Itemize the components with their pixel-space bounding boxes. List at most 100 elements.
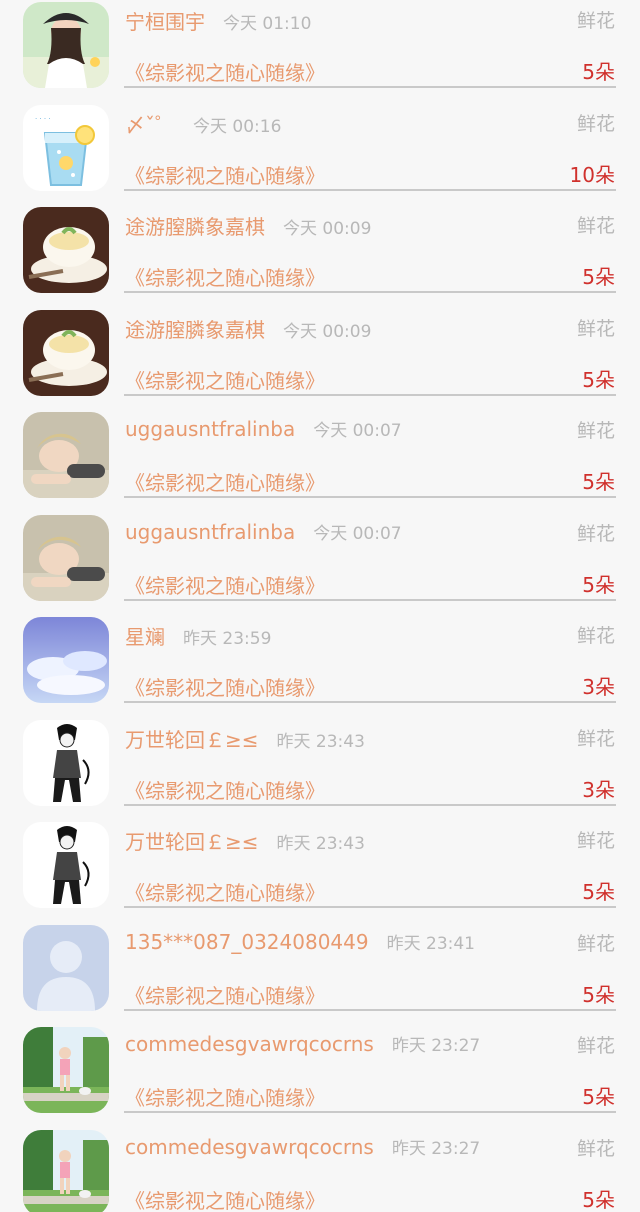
user-name: 宁桓围宇 今天 01:10 [125, 6, 311, 35]
user-name: 135***087_0324080449 昨天 23:41 [125, 929, 475, 954]
gift-count: 5朵 [582, 60, 615, 84]
sky-avatar[interactable] [23, 617, 109, 703]
time-label: 昨天 23:43 [276, 834, 365, 854]
user-name-text: 〆ˇ゜ [125, 112, 175, 137]
book-title[interactable]: 《综影视之随心随缘》 [125, 365, 325, 394]
user-name: commedesgvawrqcocrns 昨天 23:27 [125, 1134, 480, 1159]
gift-count: 5朵 [582, 982, 615, 1007]
book-title[interactable]: 《综影视之随心随缘》 [125, 262, 325, 291]
divider [124, 393, 616, 396]
list-item[interactable]: 万世轮回￡≥≤ 昨天 23:43 鲜花 《综影视之随心随缘》 5朵 [0, 820, 640, 923]
divider [124, 291, 616, 293]
list-item[interactable]: 宁桓围宇 今天 01:10 鲜花 《综影视之随心随缘》 5朵 [0, 0, 640, 103]
divider [124, 86, 616, 88]
time-label: 昨天 23:27 [391, 1036, 481, 1056]
list-item[interactable]: 途游膣膦象嘉棋 今天 00:09 鲜花 《综影视之随心随缘》 5朵 [0, 205, 640, 308]
list-item[interactable]: · · · · 〆ˇ゜ 今天 00:16 鲜花 《综影视之随心随缘》 10朵 [0, 103, 640, 206]
user-name-text: 星斓 [125, 625, 165, 649]
gift-count: 5朵 [582, 265, 615, 289]
girl-hat-avatar[interactable] [23, 2, 109, 88]
lemon-drink-avatar[interactable]: · · · · [23, 104, 109, 191]
user-name: 途游膣膦象嘉棋 今天 00:09 [125, 314, 371, 343]
book-title[interactable]: 《综影视之随心随缘》 [125, 1082, 325, 1111]
lying-person-avatar[interactable] [23, 412, 109, 498]
park-girl-avatar[interactable] [23, 1027, 109, 1113]
divider [124, 701, 616, 703]
list-item[interactable]: 135***087_0324080449 昨天 23:41 鲜花 《综影视之随心随… [0, 923, 640, 1026]
book-title[interactable]: 《综影视之随心随缘》 [125, 775, 325, 804]
book-title[interactable]: 《综影视之随心随缘》 [125, 877, 325, 906]
list-item[interactable]: commedesgvawrqcocrns 昨天 23:27 鲜花 《综影视之随心随… [0, 1025, 640, 1128]
gift-type: 鲜花 [576, 727, 615, 750]
book-title[interactable]: 《综影视之随心随缘》 [125, 980, 325, 1009]
book-title[interactable]: 《综影视之随心随缘》 [125, 570, 325, 599]
list-item[interactable]: 途游膣膦象嘉棋 今天 00:09 鲜花 《综影视之随心随缘》 5朵 [0, 308, 640, 411]
book-title[interactable]: 《综影视之随心随缘》 [125, 57, 325, 86]
user-name: 途游膣膦象嘉棋 今天 00:09 [125, 211, 371, 240]
gift-type: 鲜花 [576, 1137, 615, 1160]
gift-type: 鲜花 [576, 625, 615, 647]
user-name: 万世轮回￡≥≤ 昨天 23:43 [125, 724, 365, 753]
user-name: 〆ˇ゜ 今天 00:16 [125, 109, 281, 138]
divider [124, 906, 616, 908]
user-name-text: commedesgvawrqcocrns [125, 1032, 374, 1056]
user-name-text: 宁桓围宇 [125, 10, 205, 34]
book-title[interactable]: 《综影视之随心随缘》 [125, 672, 325, 701]
sketch-figure-avatar[interactable] [23, 822, 109, 908]
gift-count: 5朵 [582, 572, 615, 597]
gift-type: 鲜花 [576, 522, 615, 545]
park-girl-avatar[interactable] [23, 1129, 109, 1212]
list-item[interactable]: 星斓 昨天 23:59 鲜花 《综影视之随心随缘》 3朵 [0, 615, 640, 718]
gift-type: 鲜花 [576, 830, 615, 852]
divider [124, 496, 616, 498]
time-label: 昨天 23:59 [183, 629, 272, 649]
time-label: 昨天 23:43 [276, 731, 365, 752]
gift-type: 鲜花 [576, 317, 615, 340]
user-name-text: 途游膣膦象嘉棋 [125, 317, 265, 342]
user-name-text: uggausntfralinba [125, 519, 296, 544]
pudding-avatar[interactable] [23, 207, 109, 293]
book-title[interactable]: 《综影视之随心随缘》 [125, 1185, 325, 1212]
user-name: 万世轮回￡≥≤ 昨天 23:43 [125, 826, 365, 855]
list-item[interactable]: 万世轮回￡≥≤ 昨天 23:43 鲜花 《综影视之随心随缘》 3朵 [0, 718, 640, 821]
default-user-avatar[interactable] [23, 924, 109, 1011]
pudding-avatar[interactable] [23, 309, 109, 396]
time-label: 昨天 23:27 [391, 1138, 481, 1159]
gift-record-list: 宁桓围宇 今天 01:10 鲜花 《综影视之随心随缘》 5朵 · · · · 〆ˇ… [0, 0, 640, 1212]
list-item[interactable]: commedesgvawrqcocrns 昨天 23:27 鲜花 《综影视之随心随… [0, 1128, 640, 1212]
gift-count: 3朵 [582, 777, 615, 802]
user-name-text: commedesgvawrqcocrns [125, 1134, 374, 1159]
divider [124, 598, 616, 601]
user-name-text: 途游膣膦象嘉棋 [125, 215, 265, 239]
gift-type: 鲜花 [576, 10, 615, 32]
list-item[interactable]: uggausntfralinba 今天 00:07 鲜花 《综影视之随心随缘》 5… [0, 513, 640, 616]
time-label: 今天 00:07 [313, 421, 402, 441]
gift-type: 鲜花 [576, 932, 615, 955]
time-label: 今天 00:09 [283, 321, 372, 342]
user-name-text: uggausntfralinba [125, 417, 296, 441]
user-name: uggausntfralinba 今天 00:07 [125, 416, 402, 441]
time-label: 今天 00:09 [283, 219, 372, 239]
time-label: 昨天 23:41 [386, 933, 475, 954]
gift-type: 鲜花 [576, 1035, 615, 1057]
user-name: commedesgvawrqcocrns 昨天 23:27 [125, 1031, 480, 1056]
lying-person-avatar[interactable] [23, 514, 109, 601]
divider [124, 803, 616, 806]
list-item[interactable]: uggausntfralinba 今天 00:07 鲜花 《综影视之随心随缘》 5… [0, 410, 640, 513]
sketch-figure-avatar[interactable] [23, 719, 109, 806]
gift-type: 鲜花 [576, 112, 615, 135]
divider [124, 188, 616, 191]
time-label: 今天 01:10 [223, 14, 312, 34]
divider [124, 1008, 616, 1011]
divider [124, 1111, 616, 1113]
user-name-text: 135***087_0324080449 [125, 929, 369, 954]
gift-count: 5朵 [582, 1085, 615, 1109]
gift-count: 5朵 [582, 1187, 615, 1212]
gift-count: 5朵 [582, 367, 615, 392]
book-title[interactable]: 《综影视之随心随缘》 [125, 467, 325, 496]
time-label: 今天 00:16 [193, 116, 282, 137]
gift-count: 3朵 [582, 675, 615, 699]
book-title[interactable]: 《综影视之随心随缘》 [125, 160, 325, 189]
user-name: 星斓 昨天 23:59 [125, 621, 271, 650]
user-name-text: 万世轮回￡≥≤ [125, 727, 259, 752]
